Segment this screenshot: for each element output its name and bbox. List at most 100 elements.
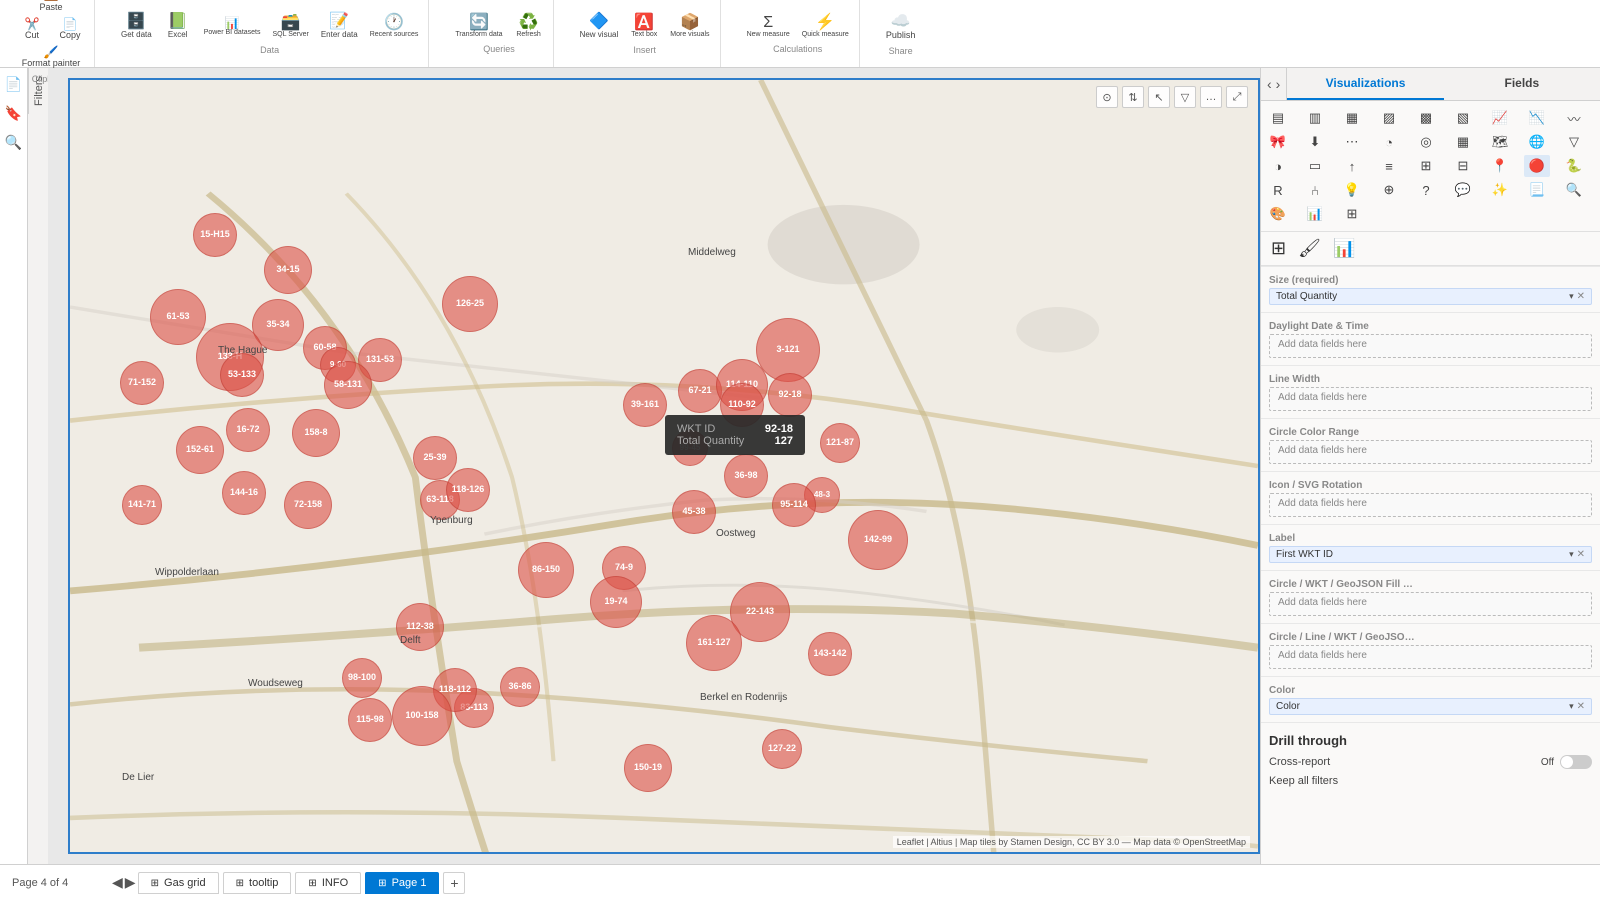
bubble-86-150[interactable]: 86-150: [518, 542, 574, 598]
bubble-161-127[interactable]: 161-127: [686, 615, 742, 671]
circle-wkt-drop-zone[interactable]: Add data fields here: [1269, 592, 1592, 616]
panel-collapse-right[interactable]: ›: [1274, 74, 1283, 94]
viz-card[interactable]: ▭: [1302, 155, 1328, 177]
bubble-25-39[interactable]: 25-39: [413, 436, 457, 480]
bubble-71-152[interactable]: 71-152: [120, 361, 164, 405]
color-field-pill[interactable]: Color ▾ ✕: [1269, 698, 1592, 715]
bubble-126-25[interactable]: 126-25: [442, 276, 498, 332]
power-bi-button[interactable]: 📊 Power BI datasets: [200, 15, 265, 38]
build-visual-icon[interactable]: ⊞: [1269, 236, 1288, 261]
bubble-121-87[interactable]: 121-87: [820, 423, 860, 463]
viz-stacked-col[interactable]: ▨: [1376, 107, 1402, 129]
bubble-142-99[interactable]: 142-99: [848, 510, 908, 570]
size-field-pill[interactable]: Total Quantity ▾ ✕: [1269, 288, 1592, 305]
map-filter-btn[interactable]: ▽: [1174, 86, 1196, 108]
icon-rotation-drop-zone[interactable]: Add data fields here: [1269, 493, 1592, 517]
daylight-drop-zone[interactable]: Add data fields here: [1269, 334, 1592, 358]
bookmarks-icon[interactable]: 🔖: [1, 101, 26, 126]
bubble-72-158[interactable]: 72-158: [284, 481, 332, 529]
line-width-drop-zone[interactable]: Add data fields here: [1269, 387, 1592, 411]
viz-custom-active[interactable]: 🔴: [1524, 155, 1550, 177]
map-visual[interactable]: 15-H1534-1561-5335-34126-25133-H53-13360…: [68, 78, 1260, 854]
circle-color-drop-zone[interactable]: Add data fields here: [1269, 440, 1592, 464]
bubble-152-61[interactable]: 152-61: [176, 426, 224, 474]
size-chevron[interactable]: ▾: [1569, 291, 1574, 302]
viz-100pct-bar[interactable]: ▦: [1339, 107, 1365, 129]
bubble-127-22[interactable]: 127-22: [762, 729, 802, 769]
copy-button[interactable]: 📄 Copy: [52, 16, 88, 42]
viz-line-clustered[interactable]: 〰: [1561, 107, 1587, 129]
bubble-141-71[interactable]: 141-71: [122, 485, 162, 525]
size-remove[interactable]: ✕: [1577, 291, 1585, 302]
bubble-34-15[interactable]: 34-15: [264, 246, 312, 294]
bubble-98-100[interactable]: 98-100: [342, 658, 382, 698]
viz-smart[interactable]: ✨: [1487, 179, 1513, 201]
text-box-button[interactable]: 🅰️ Text box: [626, 13, 662, 40]
viz-tab[interactable]: Visualizations: [1287, 68, 1443, 100]
bubble-16-72[interactable]: 16-72: [226, 408, 270, 452]
viz-stacked-bar[interactable]: ▤: [1265, 107, 1291, 129]
recent-sources-button[interactable]: 🕐 Recent sources: [366, 13, 423, 40]
bubble-112-38[interactable]: 112-38: [396, 603, 444, 651]
cut-button[interactable]: ✂️ Cut: [14, 16, 50, 42]
circle-line-drop-zone[interactable]: Add data fields here: [1269, 645, 1592, 669]
bubble-53-133[interactable]: 53-133: [220, 353, 264, 397]
map-expand-btn[interactable]: ⤢: [1226, 86, 1248, 108]
color-chevron[interactable]: ▾: [1569, 701, 1574, 712]
viz-slicer[interactable]: ≡: [1376, 155, 1402, 177]
bubble-67-21[interactable]: 67-21: [678, 369, 722, 413]
viz-line[interactable]: 📈: [1487, 107, 1513, 129]
viz-matrix[interactable]: ⊟: [1450, 155, 1476, 177]
viz-gauge[interactable]: ◑: [1265, 155, 1291, 177]
viz-100pct-col[interactable]: ▧: [1450, 107, 1476, 129]
sql-server-button[interactable]: 🗃️ SQL Server: [269, 13, 313, 40]
paste-button[interactable]: 📋 Paste: [33, 0, 69, 14]
bubble-110-92[interactable]: 110-92: [720, 383, 764, 427]
quick-measure-button[interactable]: ⚡ Quick measure: [798, 13, 853, 40]
viz-clustered-bar[interactable]: ▥: [1302, 107, 1328, 129]
new-visual-button[interactable]: 🔷 New visual: [576, 12, 623, 41]
pages-icon[interactable]: 📄: [1, 72, 26, 97]
viz-more[interactable]: ⊕: [1376, 179, 1402, 201]
viz-table[interactable]: ⊞: [1413, 155, 1439, 177]
search-sidebar-icon[interactable]: 🔍: [1, 130, 26, 155]
publish-button[interactable]: ☁️ Publish: [882, 12, 920, 42]
new-measure-button[interactable]: Σ New measure: [743, 13, 794, 40]
viz-python[interactable]: 🐍: [1561, 155, 1587, 177]
panel-collapse-left[interactable]: ‹: [1265, 74, 1274, 94]
bubble-36-98[interactable]: 36-98: [724, 454, 768, 498]
bubble-99-45[interactable]: 99-45: [672, 430, 708, 466]
bubble-19-74[interactable]: 19-74: [590, 576, 642, 628]
page-tab-info[interactable]: ⊞ INFO: [295, 872, 361, 894]
label-field-pill[interactable]: First WKT ID ▾ ✕: [1269, 546, 1592, 563]
viz-treemap[interactable]: ▦: [1450, 131, 1476, 153]
bubble-61-53[interactable]: 61-53: [150, 289, 206, 345]
viz-map[interactable]: 🗺: [1487, 131, 1513, 153]
toggle-track[interactable]: [1560, 755, 1592, 769]
refresh-button[interactable]: ♻️ Refresh: [511, 13, 547, 40]
format-painter-button[interactable]: 🖌️ Format painter: [18, 44, 85, 70]
analytics-icon[interactable]: 📊: [1331, 236, 1357, 261]
more-visuals-button[interactable]: 📦 More visuals: [666, 13, 713, 40]
bubble-143-142[interactable]: 143-142: [808, 632, 852, 676]
bubble-45-38[interactable]: 45-38: [672, 490, 716, 534]
filters-label[interactable]: Filters: [28, 68, 49, 114]
add-page-button[interactable]: +: [443, 872, 465, 894]
format-visual-icon[interactable]: 🖌: [1296, 236, 1323, 261]
label-remove[interactable]: ✕: [1577, 549, 1585, 560]
viz-pie[interactable]: ◔: [1376, 131, 1402, 153]
cross-report-toggle[interactable]: Off: [1541, 755, 1592, 769]
color-remove[interactable]: ✕: [1577, 701, 1585, 712]
viz-azure-map[interactable]: 📍: [1487, 155, 1513, 177]
page-tab-tooltip[interactable]: ⊞ tooltip: [223, 872, 292, 894]
viz-waterfall[interactable]: ⬇: [1302, 131, 1328, 153]
get-data-button[interactable]: 🗄️ Get data: [117, 12, 156, 41]
bubble-118-126[interactable]: 118-126: [446, 468, 490, 512]
viz-area[interactable]: 📉: [1524, 107, 1550, 129]
viz-ai-insights[interactable]: 💡: [1339, 179, 1365, 201]
page-tab-page1[interactable]: ⊞ Page 1: [365, 872, 439, 894]
viz-scatter[interactable]: ⋯: [1339, 131, 1365, 153]
bubble-39-161[interactable]: 39-161: [623, 383, 667, 427]
viz-r[interactable]: R: [1265, 179, 1291, 201]
fields-tab[interactable]: Fields: [1444, 68, 1600, 100]
